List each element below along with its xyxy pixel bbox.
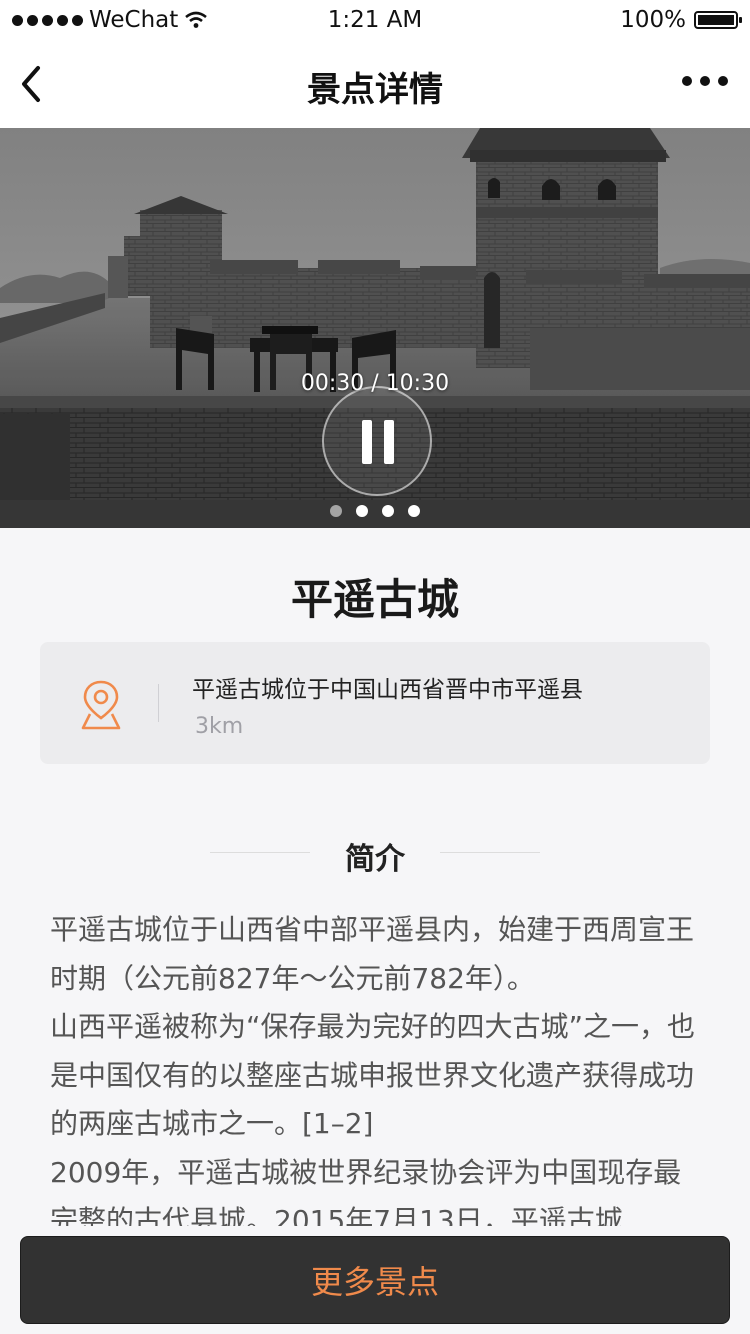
battery-percent: 100%	[620, 7, 686, 33]
carousel-dot[interactable]	[330, 505, 342, 517]
battery-icon	[694, 11, 742, 29]
carousel-dot[interactable]	[356, 505, 368, 517]
spot-title: 平遥古城	[290, 575, 459, 624]
location-card[interactable]: 平遥古城位于中国山西省晋中市平遥县 3km	[40, 642, 710, 764]
carousel-dot[interactable]	[408, 505, 420, 517]
audio-time: 00:30 / 10:30	[300, 371, 450, 396]
battery-fill	[698, 15, 734, 25]
intro-heading: 简介	[210, 834, 540, 877]
carousel-dot[interactable]	[382, 505, 394, 517]
intro-title: 简介	[345, 842, 405, 877]
hero-carousel[interactable]: 00:30 / 10:30	[0, 128, 750, 528]
page-title: 景点详情	[307, 70, 443, 110]
intro-text: 平遥古城位于山西省中部平遥县内，始建于西周宣王时期（公元前827年～公元前782…	[50, 906, 702, 1238]
status-bar: WeChat 1:21 AM 100%	[0, 0, 750, 40]
intro-paragraph: 平遥古城位于山西省中部平遥县内，始建于西周宣王时期（公元前827年～公元前782…	[50, 913, 695, 995]
more-dots-icon[interactable]	[682, 76, 728, 86]
pause-icon[interactable]	[322, 386, 432, 496]
heading-line-right	[440, 852, 540, 853]
pause-bar-left	[362, 420, 372, 464]
status-right: 100%	[620, 7, 742, 33]
location-address: 平遥古城位于中国山西省晋中市平遥县	[192, 677, 583, 703]
more-spots-button[interactable]: 更多景点	[20, 1236, 730, 1324]
location-pin-icon	[81, 680, 121, 730]
nav-bar: 景点详情	[0, 40, 750, 129]
location-divider	[158, 684, 159, 722]
location-distance: 3km	[195, 714, 244, 739]
intro-paragraph: 2009年，平遥古城被世界纪录协会评为中国现存最完整的古代县城。2015年7月1…	[50, 1155, 682, 1238]
intro-paragraph: 山西平遥被称为“保存最为完好的四大古城”之一，也是中国仅有的以整座古城申报世界文…	[50, 1010, 696, 1140]
bottom-bar: 更多景点	[0, 1226, 750, 1334]
pause-bar-right	[384, 420, 394, 464]
carousel-indicator[interactable]	[0, 505, 750, 517]
